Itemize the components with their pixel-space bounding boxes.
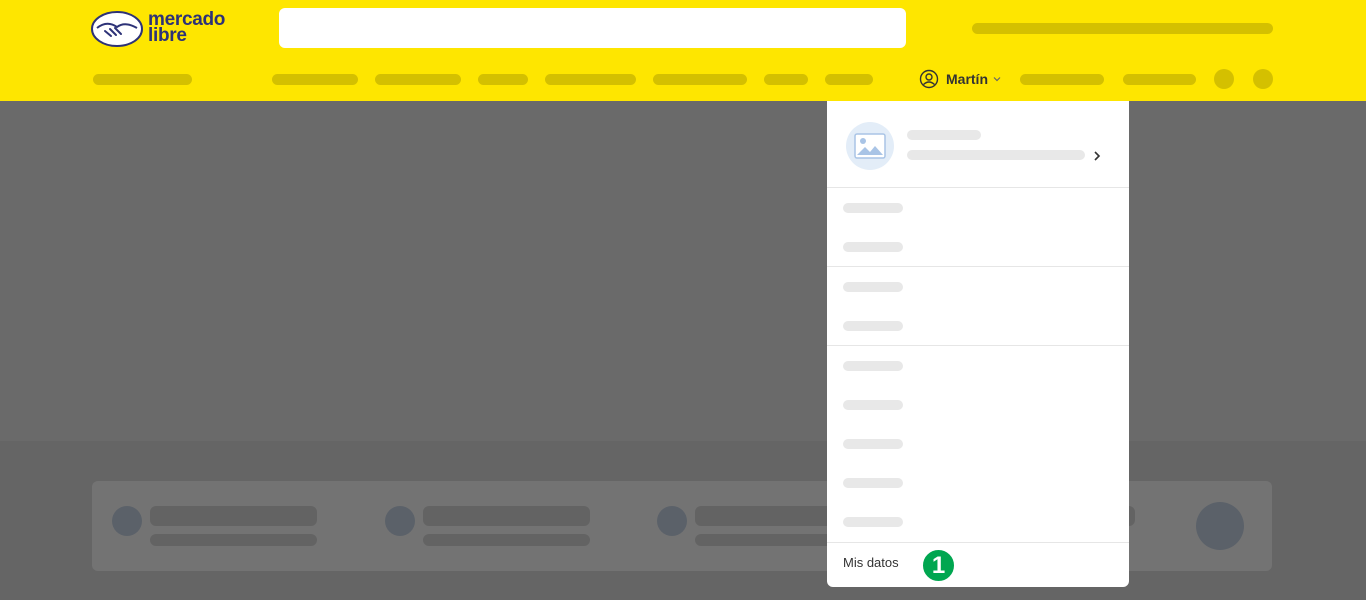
avatar [846,122,894,170]
nav-item-placeholder[interactable] [1020,74,1104,85]
profile-link[interactable] [827,101,1129,188]
cart-icon-placeholder[interactable] [1253,69,1273,89]
profile-email-placeholder [907,150,1085,160]
nav-item-placeholder[interactable] [764,74,808,85]
menu-item-placeholder[interactable] [843,361,903,371]
menu-item-placeholder[interactable] [843,242,903,252]
user-name: Martín [946,71,988,87]
mercado-libre-logo[interactable]: mercado libre [91,10,231,48]
menu-item-placeholder[interactable] [843,439,903,449]
nav-item-placeholder[interactable] [653,74,747,85]
chevron-down-icon [993,77,1001,82]
user-dropdown-menu: Mis datos [827,101,1129,587]
location-placeholder[interactable] [93,74,192,85]
handshake-icon [91,11,143,47]
modal-overlay[interactable] [0,101,1366,600]
nav-item-placeholder[interactable] [825,74,873,85]
chevron-right-icon [1094,151,1101,161]
menu-item-placeholder[interactable] [843,400,903,410]
menu-divider [827,345,1129,346]
nav-item-placeholder[interactable] [478,74,528,85]
profile-name-placeholder [907,130,981,140]
notification-icon-placeholder[interactable] [1214,69,1234,89]
menu-divider [827,542,1129,543]
search-input[interactable] [279,8,906,48]
user-menu-trigger[interactable]: Martín [919,69,1003,89]
menu-item-placeholder[interactable] [843,321,903,331]
menu-item-mis-datos[interactable]: Mis datos [843,555,899,570]
menu-item-placeholder[interactable] [843,203,903,213]
nav-item-placeholder[interactable] [375,74,461,85]
promo-banner-placeholder [972,23,1273,34]
menu-item-placeholder[interactable] [843,517,903,527]
logo-text-line2: libre [148,25,187,46]
image-placeholder-icon [854,133,886,159]
nav-item-placeholder[interactable] [272,74,358,85]
menu-item-placeholder[interactable] [843,478,903,488]
menu-item-placeholder[interactable] [843,282,903,292]
step-badge: 1 [921,548,956,583]
user-icon [919,69,939,89]
menu-divider [827,266,1129,267]
nav-item-placeholder[interactable] [1123,74,1196,85]
header: mercado libre Martín [0,0,1366,101]
nav-item-placeholder[interactable] [545,74,636,85]
